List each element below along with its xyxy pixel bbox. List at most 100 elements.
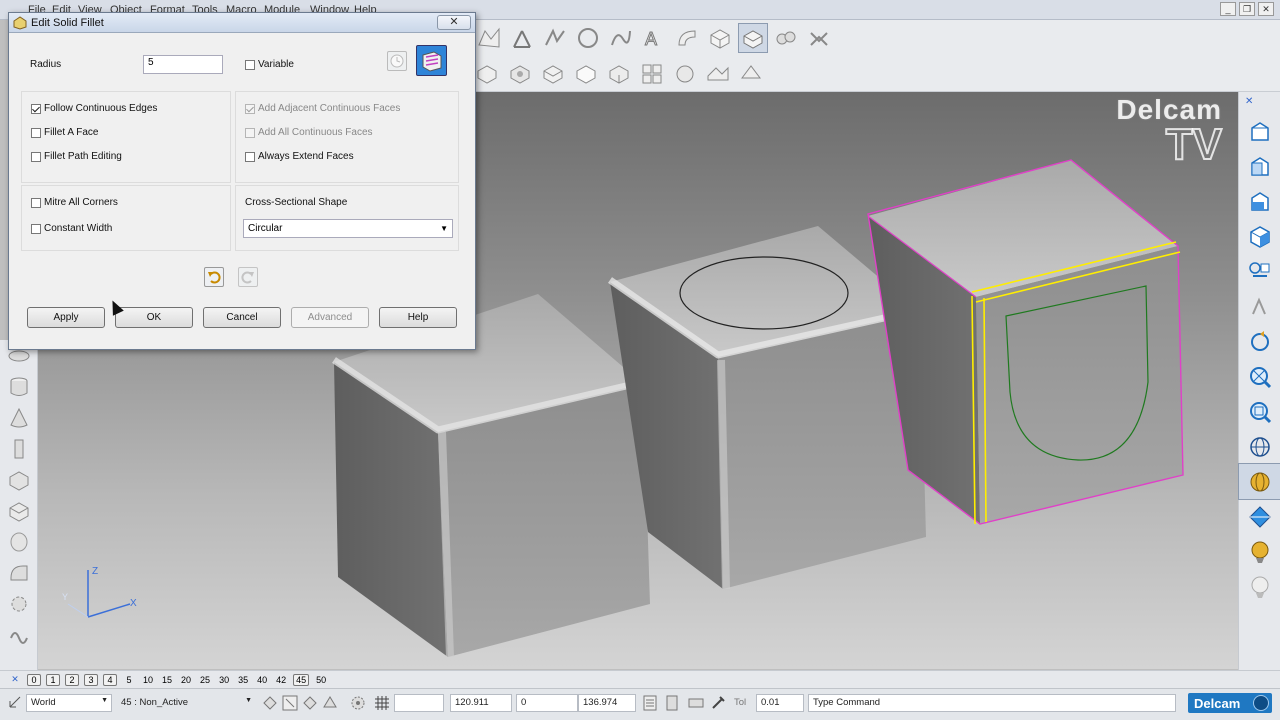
level-42[interactable]: 42 bbox=[274, 675, 288, 685]
lights-icon[interactable] bbox=[1239, 569, 1280, 604]
undo-button[interactable] bbox=[204, 267, 224, 287]
line-tool-icon[interactable] bbox=[540, 23, 570, 53]
level-4[interactable]: 4 bbox=[103, 673, 117, 686]
pattern-icon[interactable] bbox=[637, 58, 667, 88]
tools-icon[interactable] bbox=[710, 695, 726, 711]
level-0[interactable]: 0 bbox=[27, 673, 41, 686]
morph-icon[interactable] bbox=[670, 58, 700, 88]
cone-icon[interactable] bbox=[0, 402, 38, 433]
sweep-tool-icon[interactable] bbox=[672, 23, 702, 53]
fillet-tool-icon[interactable] bbox=[738, 23, 768, 53]
level-20[interactable]: 20 bbox=[179, 675, 193, 685]
surface-tool-icon[interactable] bbox=[474, 23, 504, 53]
redo-button[interactable] bbox=[238, 267, 258, 287]
calculator-icon[interactable] bbox=[642, 695, 658, 711]
dialog-title-bar[interactable]: Edit Solid Fillet ✕ bbox=[9, 13, 475, 33]
level-40[interactable]: 40 bbox=[255, 675, 269, 685]
level-50[interactable]: 50 bbox=[314, 675, 328, 685]
vector-tool-icon[interactable] bbox=[507, 23, 537, 53]
mitre-all-corners-checkbox[interactable] bbox=[31, 198, 41, 208]
restore-icon[interactable]: ❐ bbox=[1239, 2, 1255, 16]
tolerance-field[interactable]: 0.01 bbox=[756, 694, 804, 712]
draft-icon[interactable] bbox=[604, 58, 634, 88]
model-filter-icon[interactable] bbox=[302, 695, 318, 711]
cube-3-selected[interactable] bbox=[867, 159, 1184, 525]
apply-button[interactable]: Apply bbox=[27, 307, 105, 328]
circle-tool-icon[interactable] bbox=[573, 23, 603, 53]
close-level-bar-icon[interactable]: ✕ bbox=[8, 674, 22, 685]
command-input[interactable]: Type Command bbox=[808, 694, 1176, 712]
always-extend-faces-checkbox[interactable] bbox=[245, 152, 255, 162]
torus-icon[interactable] bbox=[0, 433, 38, 464]
z-coordinate[interactable]: 136.974 bbox=[578, 694, 636, 712]
level-15[interactable]: 15 bbox=[160, 675, 174, 685]
follow-continuous-edges-checkbox[interactable] bbox=[31, 104, 41, 114]
gear-icon[interactable] bbox=[0, 588, 38, 619]
dialog-close-button[interactable]: ✕ bbox=[437, 15, 471, 30]
constant-width-checkbox[interactable] bbox=[31, 224, 41, 234]
view-iso-icon[interactable] bbox=[1239, 219, 1280, 254]
grid-icon[interactable] bbox=[374, 695, 390, 711]
extrude-icon[interactable] bbox=[472, 58, 502, 88]
variable-checkbox[interactable] bbox=[245, 60, 255, 70]
cross-sectional-shape-select[interactable]: Circular ▼ bbox=[243, 219, 453, 238]
database-icon[interactable] bbox=[664, 695, 680, 711]
spring-icon[interactable] bbox=[0, 557, 38, 588]
wedge-icon[interactable] bbox=[0, 495, 38, 526]
level-45[interactable]: 45 bbox=[293, 673, 310, 686]
fillet-a-face-checkbox[interactable] bbox=[31, 128, 41, 138]
settings-icon[interactable] bbox=[350, 695, 366, 711]
shaded-edges-icon[interactable] bbox=[1239, 499, 1280, 534]
close-toolbar-icon[interactable]: ✕ bbox=[1245, 96, 1253, 107]
shell-icon[interactable] bbox=[571, 58, 601, 88]
level-5[interactable]: 5 bbox=[122, 675, 136, 685]
ok-button[interactable]: OK bbox=[115, 307, 193, 328]
level-select[interactable]: 45 : Non_Active ▼ bbox=[116, 694, 256, 712]
help-button[interactable]: Help bbox=[379, 307, 457, 328]
cylinder-icon[interactable] bbox=[0, 371, 38, 402]
zoom-fit-icon[interactable] bbox=[1239, 359, 1280, 394]
split-icon[interactable] bbox=[703, 58, 733, 88]
advanced-button[interactable]: Advanced bbox=[291, 307, 369, 328]
level-1[interactable]: 1 bbox=[46, 673, 60, 686]
add-all-continuous-faces-checkbox[interactable] bbox=[245, 128, 255, 138]
shaded-icon[interactable] bbox=[1238, 463, 1280, 500]
cut-icon[interactable] bbox=[538, 58, 568, 88]
block-icon[interactable] bbox=[0, 464, 38, 495]
level-30[interactable]: 30 bbox=[217, 675, 231, 685]
workplane-icon[interactable] bbox=[8, 695, 24, 711]
boolean-tool-icon[interactable] bbox=[804, 23, 834, 53]
view-front-icon[interactable] bbox=[1239, 114, 1280, 149]
level-10[interactable]: 10 bbox=[141, 675, 155, 685]
curve-tool-icon[interactable] bbox=[606, 23, 636, 53]
radius-field[interactable]: 5 bbox=[143, 55, 223, 74]
level-2[interactable]: 2 bbox=[65, 673, 79, 686]
fillet-preview-button[interactable] bbox=[416, 45, 447, 76]
view-options-icon[interactable] bbox=[1239, 254, 1280, 289]
snap-icon[interactable] bbox=[262, 695, 278, 711]
view-top-icon[interactable] bbox=[1239, 184, 1280, 219]
revolve-icon[interactable] bbox=[505, 58, 535, 88]
text-tool-icon[interactable]: A bbox=[639, 23, 669, 53]
workplane-select[interactable]: World ▼ bbox=[26, 694, 112, 712]
x-coordinate[interactable]: 120.911 bbox=[450, 694, 512, 712]
view-right-icon[interactable] bbox=[1239, 149, 1280, 184]
fillet-path-editing-checkbox[interactable] bbox=[31, 152, 41, 162]
block-tool-icon[interactable] bbox=[705, 23, 735, 53]
cancel-button[interactable]: Cancel bbox=[203, 307, 281, 328]
offset-icon[interactable] bbox=[736, 58, 766, 88]
select-filter-icon[interactable] bbox=[282, 695, 298, 711]
surface-filter-icon[interactable] bbox=[322, 695, 338, 711]
y-coordinate[interactable]: 0 bbox=[516, 694, 578, 712]
coil-icon[interactable] bbox=[0, 619, 38, 650]
wireframe-icon[interactable] bbox=[1239, 429, 1280, 464]
measure-icon[interactable] bbox=[688, 695, 704, 711]
rotate-view-icon[interactable] bbox=[1239, 324, 1280, 359]
pan-icon[interactable] bbox=[1239, 289, 1280, 324]
feature-tool-icon[interactable] bbox=[771, 23, 801, 53]
level-35[interactable]: 35 bbox=[236, 675, 250, 685]
zoom-box-icon[interactable] bbox=[1239, 394, 1280, 429]
level-3[interactable]: 3 bbox=[84, 673, 98, 686]
input-field[interactable] bbox=[394, 694, 444, 712]
clock-history-button[interactable] bbox=[387, 51, 407, 71]
